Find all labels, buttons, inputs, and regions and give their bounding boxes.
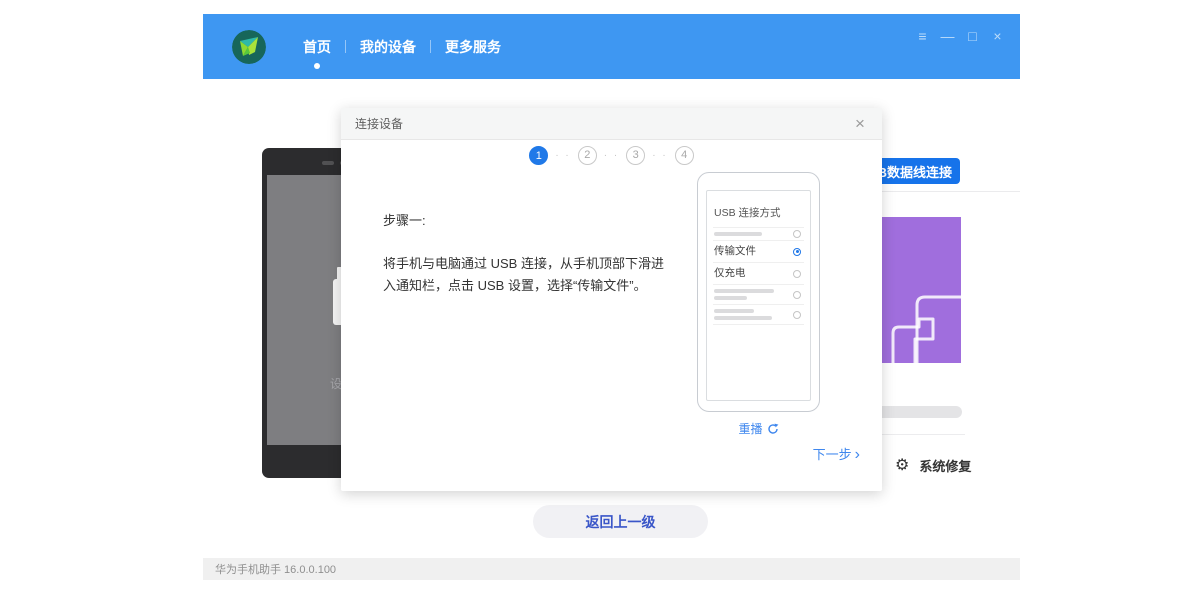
step-heading: 步骤一:: [383, 210, 683, 229]
usb-option-transfer-files: 传输文件: [713, 240, 804, 262]
menu-icon[interactable]: ≡: [910, 28, 935, 44]
usb-option-charge-only: 仅充电: [713, 262, 804, 284]
usb-option-placeholder: [713, 227, 804, 240]
tutorial-phone-mockup: USB 连接方式 传输文件 仅充电: [697, 172, 820, 412]
placeholder-bar: [714, 296, 747, 300]
step-2-circle: 2: [578, 146, 597, 165]
nav-item-home[interactable]: 首页: [289, 37, 345, 57]
dialog-close-icon[interactable]: ×: [848, 112, 872, 136]
usb-mode-panel-title: USB 连接方式: [713, 205, 804, 220]
status-bar: 华为手机助手 16.0.0.100: [203, 558, 1020, 580]
next-step-link[interactable]: 下一步›: [813, 444, 860, 464]
close-icon[interactable]: ×: [985, 28, 1010, 44]
usb-option-placeholder: [713, 284, 804, 304]
step-4-circle: 4: [675, 146, 694, 165]
dialog-header: 连接设备 ×: [341, 108, 882, 140]
back-to-previous-button[interactable]: 返回上一级: [533, 505, 708, 538]
usb-option-placeholder: [713, 304, 804, 324]
nav-item-more-services[interactable]: 更多服务: [431, 37, 515, 57]
phone-speaker: [322, 161, 334, 165]
step-1-circle: 1: [529, 146, 548, 165]
placeholder-bar: [714, 232, 762, 236]
connect-device-dialog: 连接设备 × 1 · · 2 · · 3 · · 4 步骤一: 将手机与电脑通过…: [341, 108, 882, 491]
placeholder-bar: [714, 289, 774, 293]
step-dots: · ·: [604, 150, 619, 161]
replay-icon: [767, 423, 779, 435]
step-dots: · ·: [555, 150, 570, 161]
system-repair-button[interactable]: ⚙ 系统修复: [895, 456, 971, 475]
tab-underline: [863, 191, 1020, 192]
step-dots: · ·: [652, 150, 667, 161]
nav-item-my-devices[interactable]: 我的设备: [346, 37, 430, 57]
usb-option-label: 仅充电: [714, 267, 790, 280]
chevron-right-icon: ›: [855, 446, 860, 463]
placeholder-bar: [714, 309, 754, 313]
window-controls: ≡ — □ ×: [910, 14, 1010, 79]
placeholder-bar: [714, 316, 772, 320]
app-version-text: 华为手机助手 16.0.0.100: [215, 561, 336, 577]
tutorial-phone-screen: USB 连接方式 传输文件 仅充电: [706, 190, 811, 401]
main-nav: 首页 我的设备 更多服务: [289, 37, 515, 57]
system-repair-label: 系统修复: [919, 456, 971, 475]
app-header: 首页 我的设备 更多服务 ≡ — □ ×: [203, 14, 1020, 79]
radio-off-icon: [793, 291, 801, 299]
replay-label: 重播: [738, 422, 762, 436]
dialog-title: 连接设备: [355, 115, 403, 132]
maximize-icon[interactable]: □: [960, 28, 985, 44]
instruction-line-1: 将手机与电脑通过 USB 连接，从手机顶部下滑进: [383, 253, 683, 275]
radio-off-icon: [793, 311, 801, 319]
usb-option-label: 传输文件: [714, 245, 790, 258]
radio-off-icon: [793, 230, 801, 238]
step-instructions: 步骤一: 将手机与电脑通过 USB 连接，从手机顶部下滑进 入通知栏，点击 US…: [383, 210, 683, 297]
replay-link[interactable]: 重播: [697, 420, 820, 437]
step-body-text: 将手机与电脑通过 USB 连接，从手机顶部下滑进 入通知栏，点击 USB 设置，…: [383, 253, 683, 297]
next-step-label: 下一步: [813, 447, 852, 462]
radio-off-icon: [793, 270, 801, 278]
gear-icon: ⚙: [895, 457, 909, 475]
instruction-line-2: 入通知栏，点击 USB 设置，选择“传输文件”。: [383, 275, 683, 297]
hisuite-logo-icon: [232, 30, 266, 64]
radio-on-icon: [793, 248, 801, 256]
usb-mode-panel: USB 连接方式 传输文件 仅充电: [707, 191, 810, 325]
step-3-circle: 3: [626, 146, 645, 165]
divider: [713, 324, 804, 325]
step-indicator: 1 · · 2 · · 3 · · 4: [341, 146, 882, 165]
minimize-icon[interactable]: —: [935, 28, 960, 44]
